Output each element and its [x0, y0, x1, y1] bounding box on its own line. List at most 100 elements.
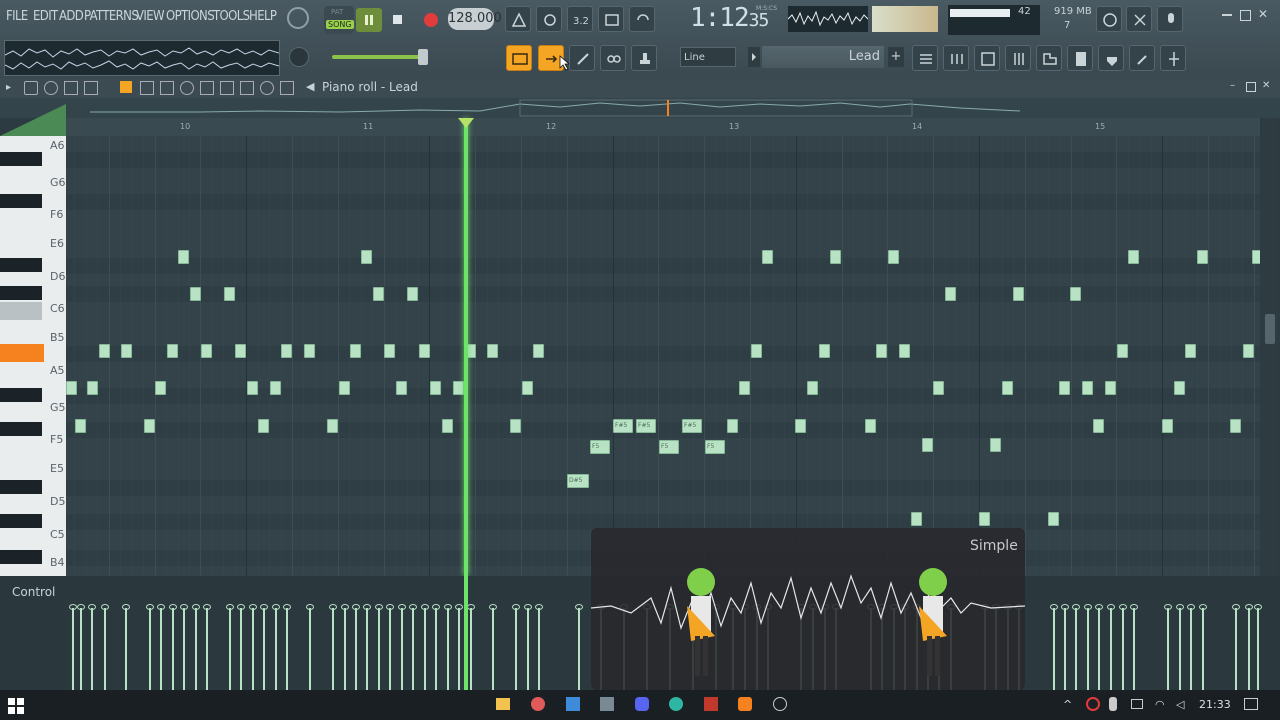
velocity-handle[interactable]: [226, 604, 234, 610]
note[interactable]: [922, 438, 933, 452]
velocity-bar[interactable]: [309, 608, 311, 690]
pencil-icon[interactable]: [120, 81, 132, 93]
note[interactable]: [247, 381, 258, 395]
tray-icon[interactable]: [1086, 697, 1100, 711]
velocity-bar[interactable]: [378, 608, 380, 690]
velocity-handle[interactable]: [1254, 604, 1262, 610]
stamp-tool-icon[interactable]: [64, 81, 78, 95]
mixer-icon[interactable]: [1005, 45, 1031, 71]
velocity-handle[interactable]: [283, 604, 291, 610]
velocity-bar[interactable]: [435, 608, 437, 690]
undo-icon[interactable]: [84, 81, 98, 95]
velocity-handle[interactable]: [1084, 604, 1092, 610]
note[interactable]: [1070, 287, 1081, 301]
velocity-handle[interactable]: [386, 604, 394, 610]
tempo-display[interactable]: 128.000: [448, 8, 502, 30]
velocity-bar[interactable]: [447, 608, 449, 690]
note[interactable]: [1252, 250, 1260, 264]
black-key[interactable]: [0, 194, 42, 208]
minimize-icon[interactable]: [1222, 14, 1232, 16]
note[interactable]: [327, 419, 338, 433]
note[interactable]: [235, 344, 246, 358]
velocity-handle[interactable]: [122, 604, 130, 610]
note[interactable]: [453, 381, 464, 395]
velocity-bar[interactable]: [275, 608, 277, 690]
paint-icon[interactable]: [140, 81, 154, 95]
menu-arrow-icon[interactable]: ▸: [6, 82, 11, 93]
velocity-bar[interactable]: [80, 608, 82, 690]
velocity-bar[interactable]: [195, 608, 197, 690]
record-button[interactable]: [419, 8, 443, 32]
note[interactable]: [727, 419, 738, 433]
velocity-bar[interactable]: [1235, 608, 1237, 690]
note[interactable]: [384, 344, 395, 358]
note-labeled[interactable]: F5: [705, 440, 725, 454]
velocity-handle[interactable]: [398, 604, 406, 610]
velocity-handle[interactable]: [489, 604, 497, 610]
undo-history-icon[interactable]: [1096, 6, 1122, 32]
pattern-selector[interactable]: Lead: [762, 46, 884, 68]
velocity-handle[interactable]: [1130, 604, 1138, 610]
black-key[interactable]: [0, 514, 42, 528]
blend-notes-icon[interactable]: [598, 6, 624, 32]
velocity-bar[interactable]: [72, 608, 74, 690]
zoom-region-icon[interactable]: [240, 81, 254, 95]
scroll-thumb[interactable]: [1265, 314, 1275, 344]
note[interactable]: [830, 250, 841, 264]
menu-edit[interactable]: EDIT: [33, 9, 58, 24]
control-label[interactable]: Control: [12, 585, 55, 599]
note[interactable]: [270, 381, 281, 395]
note[interactable]: [190, 287, 201, 301]
windows-start-icon[interactable]: [8, 698, 24, 714]
velocity-handle[interactable]: [421, 604, 429, 610]
menu-patterns[interactable]: PATTERNS: [84, 9, 139, 24]
microphone-tray-icon[interactable]: [1109, 697, 1117, 711]
volume-icon[interactable]: ◁: [1176, 698, 1184, 711]
velocity-handle[interactable]: [1199, 604, 1207, 610]
velocity-handle[interactable]: [512, 604, 520, 610]
delete-icon[interactable]: [160, 81, 174, 95]
velocity-handle[interactable]: [444, 604, 452, 610]
note[interactable]: [87, 381, 98, 395]
note[interactable]: [979, 512, 990, 526]
velocity-bar[interactable]: [240, 608, 242, 690]
menu-options[interactable]: OPTIONS: [166, 9, 215, 24]
note[interactable]: [144, 419, 155, 433]
note[interactable]: [1117, 344, 1128, 358]
pattern-song-toggle[interactable]: PAT SONG: [324, 6, 354, 34]
note[interactable]: [339, 381, 350, 395]
velocity-handle[interactable]: [77, 604, 85, 610]
note[interactable]: [487, 344, 498, 358]
microphone-icon[interactable]: [1157, 6, 1183, 32]
velocity-bar[interactable]: [515, 608, 517, 690]
note[interactable]: [1197, 250, 1208, 264]
select-icon[interactable]: [220, 81, 234, 95]
stop-button[interactable]: [386, 8, 410, 32]
note-labeled[interactable]: F#5: [613, 419, 633, 433]
speaker-icon[interactable]: ◀: [306, 80, 314, 93]
menu-view[interactable]: VIEW: [136, 9, 165, 24]
browser-icon[interactable]: [669, 697, 683, 711]
bar-ruler[interactable]: 10 11 12 13 14 15: [66, 118, 1260, 136]
piano-roll-icon[interactable]: [943, 45, 969, 71]
velocity-handle[interactable]: [1107, 604, 1115, 610]
piano-keyboard[interactable]: A6 G6 F6 E6 D6 C6 B5 A5 G5 F5 E5 D5 C5 B…: [0, 136, 66, 576]
velocity-bar[interactable]: [104, 608, 106, 690]
note[interactable]: [430, 381, 441, 395]
wait-input-icon[interactable]: [536, 6, 562, 32]
metronome-icon[interactable]: [505, 6, 531, 32]
note[interactable]: [1185, 344, 1196, 358]
velocity-handle[interactable]: [69, 604, 77, 610]
note[interactable]: [178, 250, 189, 264]
velocity-handle[interactable]: [363, 604, 371, 610]
velocity-handle[interactable]: [203, 604, 211, 610]
tray-chevron-icon[interactable]: ^: [1063, 698, 1072, 711]
velocity-handle[interactable]: [237, 604, 245, 610]
note[interactable]: [533, 344, 544, 358]
discord-icon[interactable]: [635, 697, 649, 711]
note[interactable]: [1128, 250, 1139, 264]
note[interactable]: [990, 438, 1001, 452]
velocity-handle[interactable]: [524, 604, 532, 610]
note[interactable]: [888, 250, 899, 264]
notification-icon[interactable]: [1244, 698, 1258, 710]
